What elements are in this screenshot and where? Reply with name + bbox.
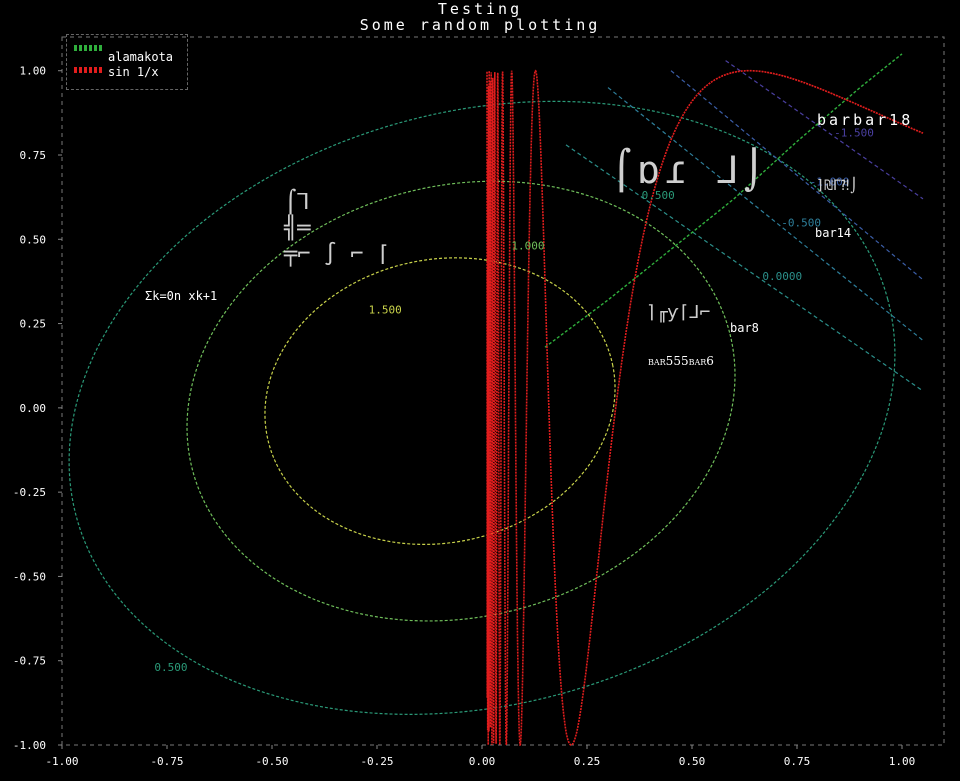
diagonal-line-label: 0.0000 xyxy=(762,270,802,283)
legend-swatch-sin xyxy=(74,67,102,73)
y-tick-label: 1.00 xyxy=(20,65,47,78)
plot-canvas: -1.00 -0.75 -0.50 -0.25 0.00 0.25 0.50 0.75 1.00… xyxy=(13,36,945,768)
contour-line-0.500 xyxy=(68,100,896,715)
x-tick-label: 0.25 xyxy=(574,755,601,768)
x-tick-label: 1.00 xyxy=(889,755,916,768)
y-tick-label: 0.00 xyxy=(20,402,47,415)
y-tick-label: -1.00 xyxy=(13,739,46,752)
legend-swatch-alamakota xyxy=(74,45,102,51)
garbled-glyphs-mid: ⌉╓ƴ⌈⅃⌐ xyxy=(646,302,711,323)
y-tick-label: 0.25 xyxy=(20,318,47,331)
bar8-annotation: bar8 xyxy=(730,321,759,335)
y-tick-label: 0.50 xyxy=(20,233,47,246)
barbar18-annotation: barbar18 xyxy=(817,111,914,129)
contour-label: 1.500 xyxy=(369,303,402,316)
x-tick-label: -0.25 xyxy=(360,755,393,768)
x-tick-label: 0.00 xyxy=(469,755,496,768)
legend-label-sin: sin 1/x xyxy=(108,65,159,79)
series-line-alamakota xyxy=(544,53,903,348)
chart-subtitle: Some random plotting xyxy=(359,16,601,34)
contour-group xyxy=(68,100,896,715)
garbled-glyphs-small: ]₪Γ⁈⌡ xyxy=(816,178,859,194)
sum-formula-annotation: Σk=0n xk+1 xyxy=(145,289,218,303)
y-tick-label: -0.50 xyxy=(13,570,46,583)
garbled-glyphs-large: ⌠ɒɾ ⅃⌡ xyxy=(610,148,770,192)
contour-label: 0.500 xyxy=(154,661,187,674)
x-tick-label: -0.50 xyxy=(255,755,288,768)
x-tick-label: -0.75 xyxy=(150,755,183,768)
contour-line-1.500 xyxy=(264,257,616,545)
x-tick-label: 0.50 xyxy=(679,755,706,768)
y-tick-label: 0.75 xyxy=(20,149,47,162)
y-axis-ticks: -1.00 -0.75 -0.50 -0.25 0.00 0.25 0.50 0.75 1.00 xyxy=(13,65,62,752)
x-axis-ticks: -1.00 -0.75 -0.50 -0.25 0.00 0.25 0.50 0.75 1.00 xyxy=(45,745,915,768)
y-tick-label: -0.25 xyxy=(13,486,46,499)
bar14-annotation: bar14 xyxy=(815,226,852,240)
x-tick-label: -1.00 xyxy=(45,755,78,768)
garbled-glyphs-left: ⌠⅂ ╣═ ╤⌐ ∫ ⌐ ⌈ xyxy=(284,190,390,267)
contour-label: 1.000 xyxy=(511,239,544,252)
x-tick-label: 0.75 xyxy=(784,755,811,768)
legend-label-alamakota: alamakota xyxy=(108,50,174,64)
contour-line-1.000 xyxy=(186,180,736,622)
y-tick-label: -0.75 xyxy=(13,655,46,668)
bar555bar6-annotation: bar555bar6 xyxy=(648,354,714,368)
